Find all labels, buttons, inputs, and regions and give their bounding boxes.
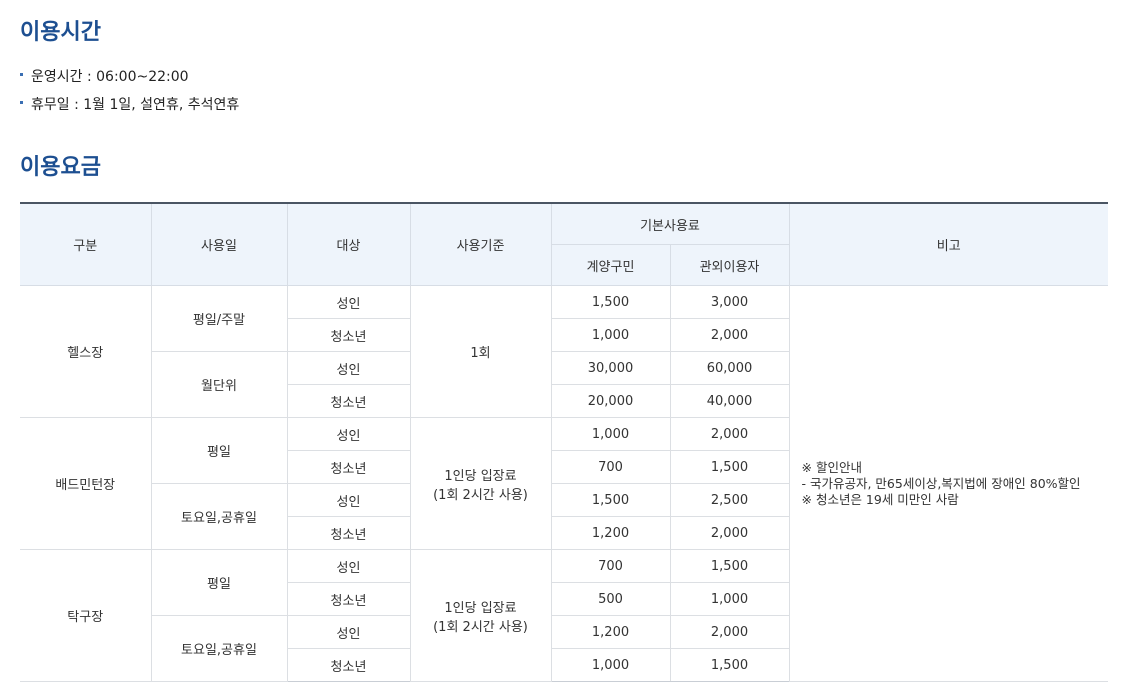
resident-fee: 1,000: [550, 417, 671, 451]
day-cell: 평일: [150, 549, 288, 616]
outsider-fee: 2,500: [669, 483, 789, 517]
note-line: - 국가유공자, 만65세이상,복지법에 장애인 80%할인: [801, 475, 1081, 491]
outsider-fee: 2,000: [669, 417, 789, 451]
target-cell: 청소년: [287, 516, 411, 550]
basis-line: 1회: [470, 346, 491, 361]
outsider-fee: 2,000: [669, 318, 789, 352]
outsider-fee: 2,000: [669, 516, 789, 550]
resident-fee: 700: [550, 549, 671, 583]
basis-line: 1인당 입장료: [444, 468, 517, 484]
outsider-fee: 1,500: [669, 450, 789, 484]
outsider-fee: 2,000: [669, 615, 789, 649]
target-cell: 청소년: [287, 384, 411, 418]
note-cell: ※ 할인안내 - 국가유공자, 만65세이상,복지법에 장애인 80%할인 ※ …: [788, 285, 1108, 682]
target-cell: 청소년: [287, 318, 411, 352]
resident-fee: 1,500: [550, 285, 671, 319]
facility-name: 헬스장: [20, 285, 152, 418]
table-row: 헬스장 평일/주말 성인 1회 1,500 3,000 ※ 할인안내 - 국가유…: [20, 285, 1108, 682]
hours-item-closed: 휴무일 : 1월 1일, 설연휴, 추석연휴: [20, 98, 239, 112]
note-line: ※ 할인안내: [801, 459, 862, 475]
header-resident: 계양구민: [551, 244, 671, 286]
basis-cell: 1회: [409, 285, 552, 418]
header-target: 대상: [286, 202, 411, 286]
basis-cell: 1인당 입장료 (1회 2시간 사용): [409, 417, 552, 550]
resident-fee: 1,500: [550, 483, 671, 517]
target-cell: 성인: [286, 549, 411, 583]
resident-fee: 20,000: [550, 384, 671, 418]
basis-line: (1회 2시간 사용): [433, 619, 528, 635]
basis-line: (1회 2시간 사용): [433, 487, 528, 503]
fee-title: 이용요금: [20, 155, 101, 180]
hours-item-operating: 운영시간 : 06:00~22:00: [20, 70, 189, 84]
target-cell: 성인: [286, 351, 411, 385]
facility-name: 배드민턴장: [20, 417, 152, 550]
day-cell: 평일/주말: [150, 285, 288, 352]
outsider-fee: 1,500: [669, 648, 789, 682]
day-cell: 토요일,공휴일: [151, 483, 288, 550]
header-outsider: 관외이용자: [669, 244, 789, 286]
header-note: 비고: [788, 202, 1108, 286]
hours-item-label: 휴무일 : 1월 1일, 설연휴, 추석연휴: [31, 97, 240, 113]
target-cell: 청소년: [287, 450, 411, 484]
hours-item-label: 운영시간 : 06:00~22:00: [31, 69, 189, 85]
header-day: 사용일: [150, 202, 288, 286]
bullet-icon: [20, 72, 23, 76]
facility-name: 탁구장: [20, 549, 152, 682]
header-category: 구분: [20, 202, 152, 286]
basis-line: 1인당 입장료: [444, 600, 517, 616]
target-cell: 성인: [286, 483, 411, 517]
header-basis: 사용기준: [409, 202, 552, 286]
outsider-fee: 1,500: [669, 549, 789, 583]
basis-cell: 1인당 입장료 (1회 2시간 사용): [409, 549, 552, 682]
target-cell: 성인: [286, 615, 411, 649]
target-cell: 청소년: [287, 582, 411, 616]
outsider-fee: 1,000: [669, 582, 789, 616]
outsider-fee: 3,000: [669, 285, 790, 319]
fee-table: 구분 사용일 대상 사용기준 기본사용료 비고 계양구민 관외이용자 헬스장 평…: [20, 202, 1108, 682]
resident-fee: 1,000: [550, 318, 671, 352]
day-cell: 평일: [150, 417, 288, 484]
target-cell: 성인: [286, 417, 411, 451]
resident-fee: 30,000: [550, 351, 671, 385]
resident-fee: 500: [550, 582, 671, 616]
resident-fee: 1,000: [550, 648, 671, 682]
hours-title: 이용시간: [20, 20, 101, 45]
bullet-icon: [20, 100, 23, 104]
resident-fee: 700: [550, 450, 671, 484]
resident-fee: 1,200: [550, 615, 671, 649]
note-line: ※ 청소년은 19세 미만인 사람: [801, 491, 959, 507]
outsider-fee: 40,000: [669, 384, 789, 418]
resident-fee: 1,200: [550, 516, 671, 550]
target-cell: 성인: [286, 285, 411, 319]
outsider-fee: 60,000: [669, 351, 789, 385]
header-base-fee: 기본사용료: [550, 202, 790, 245]
day-cell: 월단위: [151, 351, 288, 418]
day-cell: 토요일,공휴일: [151, 615, 288, 682]
target-cell: 청소년: [287, 648, 411, 682]
